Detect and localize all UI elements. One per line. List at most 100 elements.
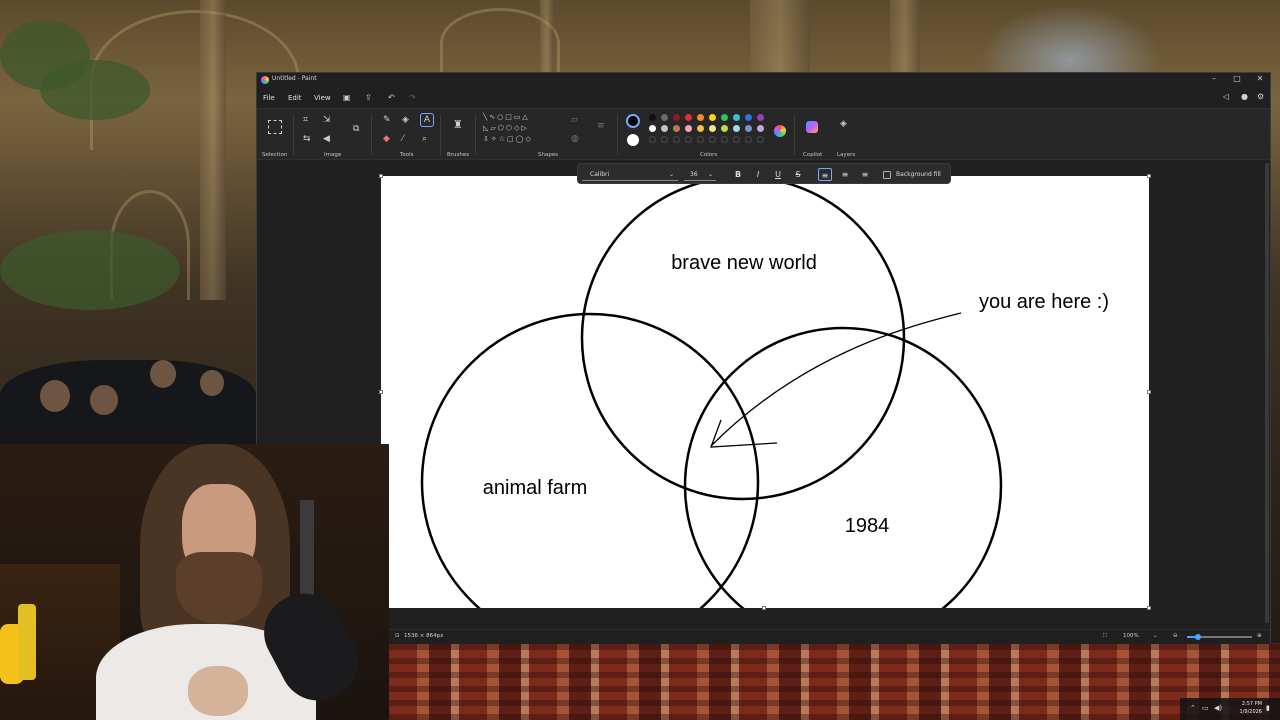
- palette-swatch-empty[interactable]: [745, 136, 752, 143]
- save-icon[interactable]: ▣: [343, 93, 351, 102]
- palette-swatch[interactable]: [721, 114, 728, 121]
- text-tool-icon[interactable]: A: [420, 113, 434, 127]
- palette-swatch-empty[interactable]: [697, 136, 704, 143]
- drawing-canvas[interactable]: brave new world animal farm 1984 you are…: [381, 176, 1149, 608]
- palette-swatch[interactable]: [697, 114, 704, 121]
- zoom-slider-thumb[interactable]: [1195, 634, 1201, 640]
- resize-icon[interactable]: ⇲: [323, 115, 331, 125]
- vertical-scrollbar[interactable]: [1265, 163, 1269, 623]
- palette-swatch-empty[interactable]: [709, 136, 716, 143]
- bold-button[interactable]: B: [731, 168, 745, 181]
- palette-swatch[interactable]: [673, 125, 680, 132]
- align-left-button[interactable]: ≡: [818, 168, 832, 181]
- font-family-dropdown[interactable]: Calibri ⌄: [582, 168, 678, 181]
- canvas-resize-handle[interactable]: [1147, 390, 1151, 394]
- notifications-icon[interactable]: ◁: [1223, 92, 1229, 101]
- network-icon[interactable]: ▭: [1202, 704, 1209, 712]
- palette-swatch[interactable]: [673, 114, 680, 121]
- background-fill-checkbox[interactable]: [883, 171, 891, 179]
- canvas-resize-handle[interactable]: [379, 390, 383, 394]
- palette-swatch[interactable]: [685, 114, 692, 121]
- canvas-resize-handle[interactable]: [379, 174, 383, 178]
- zoom-value: 100%: [1123, 633, 1139, 639]
- palette-swatch[interactable]: [733, 114, 740, 121]
- canvas-resize-handle[interactable]: [762, 606, 766, 610]
- canvas-resize-handle[interactable]: [1147, 174, 1151, 178]
- crop-icon[interactable]: ⌗: [303, 115, 308, 125]
- palette-swatch-empty[interactable]: [649, 136, 656, 143]
- palette-swatch[interactable]: [745, 125, 752, 132]
- selection-icon[interactable]: [268, 120, 282, 134]
- tray-chevron-up-icon[interactable]: ⌃: [1190, 704, 1196, 712]
- minimize-button[interactable]: –: [1207, 74, 1221, 83]
- close-button[interactable]: ✕: [1253, 74, 1267, 83]
- palette-swatch[interactable]: [721, 125, 728, 132]
- magnifier-icon[interactable]: ⌕: [422, 134, 427, 144]
- pencil-icon[interactable]: ✎: [383, 115, 391, 125]
- zoom-slider[interactable]: [1187, 634, 1252, 640]
- zoom-dropdown[interactable]: 100% ⌄: [1123, 633, 1163, 639]
- palette-swatch[interactable]: [649, 114, 656, 121]
- background-palm: [0, 230, 180, 310]
- flip-icon[interactable]: ⇆: [303, 134, 311, 144]
- palette-swatch[interactable]: [733, 125, 740, 132]
- account-icon[interactable]: ●: [1241, 92, 1248, 101]
- shape-size-icon[interactable]: ≡: [597, 121, 605, 131]
- notification-center-icon[interactable]: ▮: [1266, 704, 1270, 712]
- zoom-out-icon[interactable]: ⊖: [1173, 633, 1178, 639]
- shapes-gallery-icon[interactable]: ╲∿○□▭△ ◺▱⬠⬡◇▷ ⇩✧☆▢◯◇: [483, 112, 559, 145]
- palette-swatch-empty[interactable]: [757, 136, 764, 143]
- palette-swatch[interactable]: [757, 114, 764, 121]
- undo-icon[interactable]: ↶: [388, 93, 395, 102]
- share-icon[interactable]: ⇪: [365, 93, 372, 102]
- palette-swatch-empty[interactable]: [661, 136, 668, 143]
- copilot-icon[interactable]: [806, 121, 818, 133]
- primary-color-swatch[interactable]: [626, 114, 640, 128]
- zoom-in-icon[interactable]: ⊕: [1257, 633, 1262, 639]
- palette-swatch[interactable]: [661, 125, 668, 132]
- italic-button[interactable]: I: [751, 168, 765, 181]
- rotate-icon[interactable]: ◀: [323, 134, 330, 144]
- secondary-color-swatch[interactable]: [627, 134, 639, 146]
- palette-swatch[interactable]: [697, 125, 704, 132]
- palette-swatch-empty[interactable]: [733, 136, 740, 143]
- layers-icon[interactable]: ◈: [840, 119, 847, 129]
- menu-file[interactable]: File: [263, 94, 275, 102]
- font-size-dropdown[interactable]: 36 ⌄: [684, 168, 716, 181]
- outline-icon[interactable]: ▱: [571, 115, 578, 125]
- palette-swatch[interactable]: [709, 114, 716, 121]
- redo-icon[interactable]: ↷: [409, 93, 416, 102]
- background-column: [750, 0, 810, 72]
- strikethrough-button[interactable]: S: [791, 168, 805, 181]
- settings-icon[interactable]: ⚙: [1257, 92, 1264, 101]
- align-center-button[interactable]: ≡: [838, 168, 852, 181]
- maximize-button[interactable]: □: [1230, 74, 1244, 83]
- menu-view[interactable]: View: [314, 94, 331, 102]
- palette-swatch-empty[interactable]: [685, 136, 692, 143]
- palette-swatch[interactable]: [685, 125, 692, 132]
- edit-colors-icon[interactable]: [774, 125, 786, 137]
- title-bar[interactable]: Untitled - Paint – □ ✕: [257, 73, 1270, 87]
- volume-icon[interactable]: ◀): [1214, 704, 1222, 712]
- palette-swatch-empty[interactable]: [673, 136, 680, 143]
- align-right-button[interactable]: ≡: [858, 168, 872, 181]
- menu-edit[interactable]: Edit: [288, 94, 302, 102]
- brush-icon[interactable]: ♜: [453, 119, 463, 130]
- palette-swatch[interactable]: [661, 114, 668, 121]
- palette-swatch[interactable]: [649, 125, 656, 132]
- shape-fill-icon[interactable]: ◍: [571, 134, 579, 144]
- palette-swatch-empty[interactable]: [721, 136, 728, 143]
- palette-swatch[interactable]: [757, 125, 764, 132]
- canvas-resize-handle[interactable]: [1147, 606, 1151, 610]
- image-tool-icon[interactable]: ⧉: [353, 124, 359, 134]
- underline-button[interactable]: U: [771, 168, 785, 181]
- clock-date[interactable]: 1/9/2026: [1240, 709, 1262, 715]
- canvas-area: brave new world animal farm 1984 you are…: [257, 161, 1260, 629]
- eraser-icon[interactable]: ◆: [383, 134, 390, 144]
- clock-time[interactable]: 2:57 PM: [1242, 701, 1262, 707]
- palette-swatch[interactable]: [709, 125, 716, 132]
- palette-swatch[interactable]: [745, 114, 752, 121]
- fit-to-window-icon[interactable]: ⛶: [1103, 633, 1107, 640]
- fill-icon[interactable]: ◈: [402, 115, 409, 125]
- color-picker-icon[interactable]: ⁄: [402, 134, 404, 144]
